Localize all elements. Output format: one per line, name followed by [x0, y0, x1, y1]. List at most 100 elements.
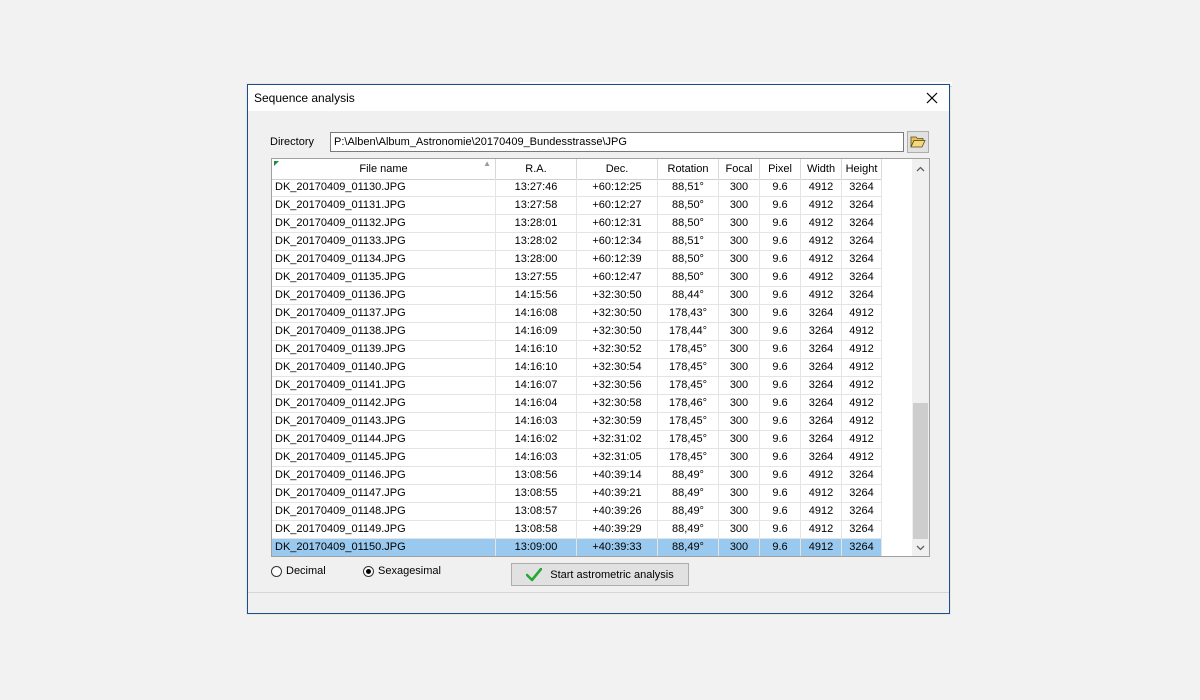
cell-ra: 13:09:00: [496, 539, 577, 556]
cell-ra: 13:27:55: [496, 269, 577, 287]
browse-folder-button[interactable]: [907, 131, 929, 153]
cell-pixel: 9.6: [760, 395, 801, 413]
cell-width: 3264: [801, 359, 842, 377]
cell-ra: 13:08:58: [496, 521, 577, 539]
col-header-rotation[interactable]: Rotation: [658, 159, 719, 179]
cell-width: 4912: [801, 197, 842, 215]
cell-pixel: 9.6: [760, 359, 801, 377]
cell-width: 4912: [801, 467, 842, 485]
cell-ra: 14:16:04: [496, 395, 577, 413]
cell-ra: 13:27:46: [496, 179, 577, 197]
col-header-pixel[interactable]: Pixel: [760, 159, 801, 179]
table-header: File name ▲ R.A. Dec. Rotation Focal Pix…: [272, 159, 882, 180]
table-row[interactable]: DK_20170409_01134.JPG 13:28:00 +60:12:39 88…: [272, 251, 882, 269]
cell-focal: 300: [719, 449, 760, 467]
scroll-up-button[interactable]: [912, 160, 929, 177]
table-row[interactable]: DK_20170409_01144.JPG 14:16:02 +32:31:02 17…: [272, 431, 882, 449]
cell-file-name: DK_20170409_01140.JPG: [272, 359, 496, 377]
vertical-scrollbar[interactable]: [912, 159, 929, 556]
table-row[interactable]: DK_20170409_01139.JPG 14:16:10 +32:30:52 17…: [272, 341, 882, 359]
cell-dec: +32:30:58: [577, 395, 658, 413]
cell-file-name: DK_20170409_01145.JPG: [272, 449, 496, 467]
table-row[interactable]: DK_20170409_01138.JPG 14:16:09 +32:30:50 17…: [272, 323, 882, 341]
cell-height: 4912: [842, 341, 882, 359]
cell-focal: 300: [719, 179, 760, 197]
col-header-ra[interactable]: R.A.: [496, 159, 577, 179]
table-row[interactable]: DK_20170409_01146.JPG 13:08:56 +40:39:14 88…: [272, 467, 882, 485]
table-row[interactable]: DK_20170409_01131.JPG 13:27:58 +60:12:27 88…: [272, 197, 882, 215]
cell-rotation: 88,44°: [658, 287, 719, 305]
cell-height: 3264: [842, 485, 882, 503]
scroll-thumb[interactable]: [913, 403, 928, 539]
table-row[interactable]: DK_20170409_01137.JPG 14:16:08 +32:30:50 17…: [272, 305, 882, 323]
cell-dec: +32:30:50: [577, 323, 658, 341]
cell-focal: 300: [719, 467, 760, 485]
cell-ra: 14:16:10: [496, 359, 577, 377]
cell-ra: 14:15:56: [496, 287, 577, 305]
col-header-width[interactable]: Width: [801, 159, 842, 179]
cell-focal: 300: [719, 503, 760, 521]
table-row[interactable]: DK_20170409_01149.JPG 13:08:58 +40:39:29 88…: [272, 521, 882, 539]
table-row[interactable]: DK_20170409_01132.JPG 13:28:01 +60:12:31 88…: [272, 215, 882, 233]
cell-dec: +60:12:47: [577, 269, 658, 287]
start-button-label: Start astrometric analysis: [550, 568, 674, 581]
cell-rotation: 88,49°: [658, 521, 719, 539]
cell-rotation: 178,45°: [658, 377, 719, 395]
cell-file-name: DK_20170409_01133.JPG: [272, 233, 496, 251]
cell-file-name: DK_20170409_01146.JPG: [272, 467, 496, 485]
directory-input[interactable]: [330, 132, 904, 152]
cell-focal: 300: [719, 431, 760, 449]
col-header-height[interactable]: Height: [842, 159, 882, 179]
cell-ra: 13:28:00: [496, 251, 577, 269]
scroll-down-button[interactable]: [912, 539, 929, 556]
cell-focal: 300: [719, 269, 760, 287]
table-row[interactable]: DK_20170409_01150.JPG 13:09:00 +40:39:33 88…: [272, 539, 882, 556]
decimal-radio[interactable]: [271, 565, 282, 577]
col-header-focal[interactable]: Focal: [719, 159, 760, 179]
table-row[interactable]: DK_20170409_01133.JPG 13:28:02 +60:12:34 88…: [272, 233, 882, 251]
cell-width: 4912: [801, 251, 842, 269]
cell-width: 3264: [801, 431, 842, 449]
cell-dec: +40:39:26: [577, 503, 658, 521]
cell-file-name: DK_20170409_01131.JPG: [272, 197, 496, 215]
cell-file-name: DK_20170409_01139.JPG: [272, 341, 496, 359]
cell-dec: +32:30:59: [577, 413, 658, 431]
cell-focal: 300: [719, 521, 760, 539]
cell-dec: +32:31:05: [577, 449, 658, 467]
cell-ra: 14:16:03: [496, 449, 577, 467]
decimal-radio-option[interactable]: Decimal: [271, 565, 326, 577]
cell-rotation: 88,51°: [658, 233, 719, 251]
cell-rotation: 178,45°: [658, 341, 719, 359]
table-row[interactable]: DK_20170409_01130.JPG 13:27:46 +60:12:25 88…: [272, 179, 882, 197]
table-row[interactable]: DK_20170409_01141.JPG 14:16:07 +32:30:56 17…: [272, 377, 882, 395]
col-header-label: File name: [359, 163, 408, 175]
table-row[interactable]: DK_20170409_01136.JPG 14:15:56 +32:30:50 88…: [272, 287, 882, 305]
start-astrometric-analysis-button[interactable]: Start astrometric analysis: [511, 563, 689, 586]
table-row[interactable]: DK_20170409_01148.JPG 13:08:57 +40:39:26 88…: [272, 503, 882, 521]
cell-height: 3264: [842, 503, 882, 521]
cell-pixel: 9.6: [760, 413, 801, 431]
sexagesimal-label: Sexagesimal: [378, 565, 441, 577]
cell-dec: +40:39:33: [577, 539, 658, 556]
sexagesimal-radio[interactable]: [363, 565, 374, 577]
chevron-up-icon: [916, 166, 925, 171]
cell-width: 3264: [801, 413, 842, 431]
cell-pixel: 9.6: [760, 197, 801, 215]
table-row[interactable]: DK_20170409_01143.JPG 14:16:03 +32:30:59 17…: [272, 413, 882, 431]
cell-ra: 14:16:03: [496, 413, 577, 431]
cell-file-name: DK_20170409_01143.JPG: [272, 413, 496, 431]
table-row[interactable]: DK_20170409_01140.JPG 14:16:10 +32:30:54 17…: [272, 359, 882, 377]
table-row[interactable]: DK_20170409_01145.JPG 14:16:03 +32:31:05 17…: [272, 449, 882, 467]
close-button[interactable]: [915, 85, 949, 111]
table-row[interactable]: DK_20170409_01147.JPG 13:08:55 +40:39:21 88…: [272, 485, 882, 503]
cell-file-name: DK_20170409_01138.JPG: [272, 323, 496, 341]
cell-height: 3264: [842, 197, 882, 215]
table-row[interactable]: DK_20170409_01135.JPG 13:27:55 +60:12:47 88…: [272, 269, 882, 287]
cell-dec: +32:30:50: [577, 287, 658, 305]
col-header-file-name[interactable]: File name ▲: [272, 159, 496, 179]
col-header-dec[interactable]: Dec.: [577, 159, 658, 179]
cell-rotation: 88,49°: [658, 467, 719, 485]
cell-rotation: 88,50°: [658, 197, 719, 215]
table-row[interactable]: DK_20170409_01142.JPG 14:16:04 +32:30:58 17…: [272, 395, 882, 413]
sexagesimal-radio-option[interactable]: Sexagesimal: [363, 565, 441, 577]
